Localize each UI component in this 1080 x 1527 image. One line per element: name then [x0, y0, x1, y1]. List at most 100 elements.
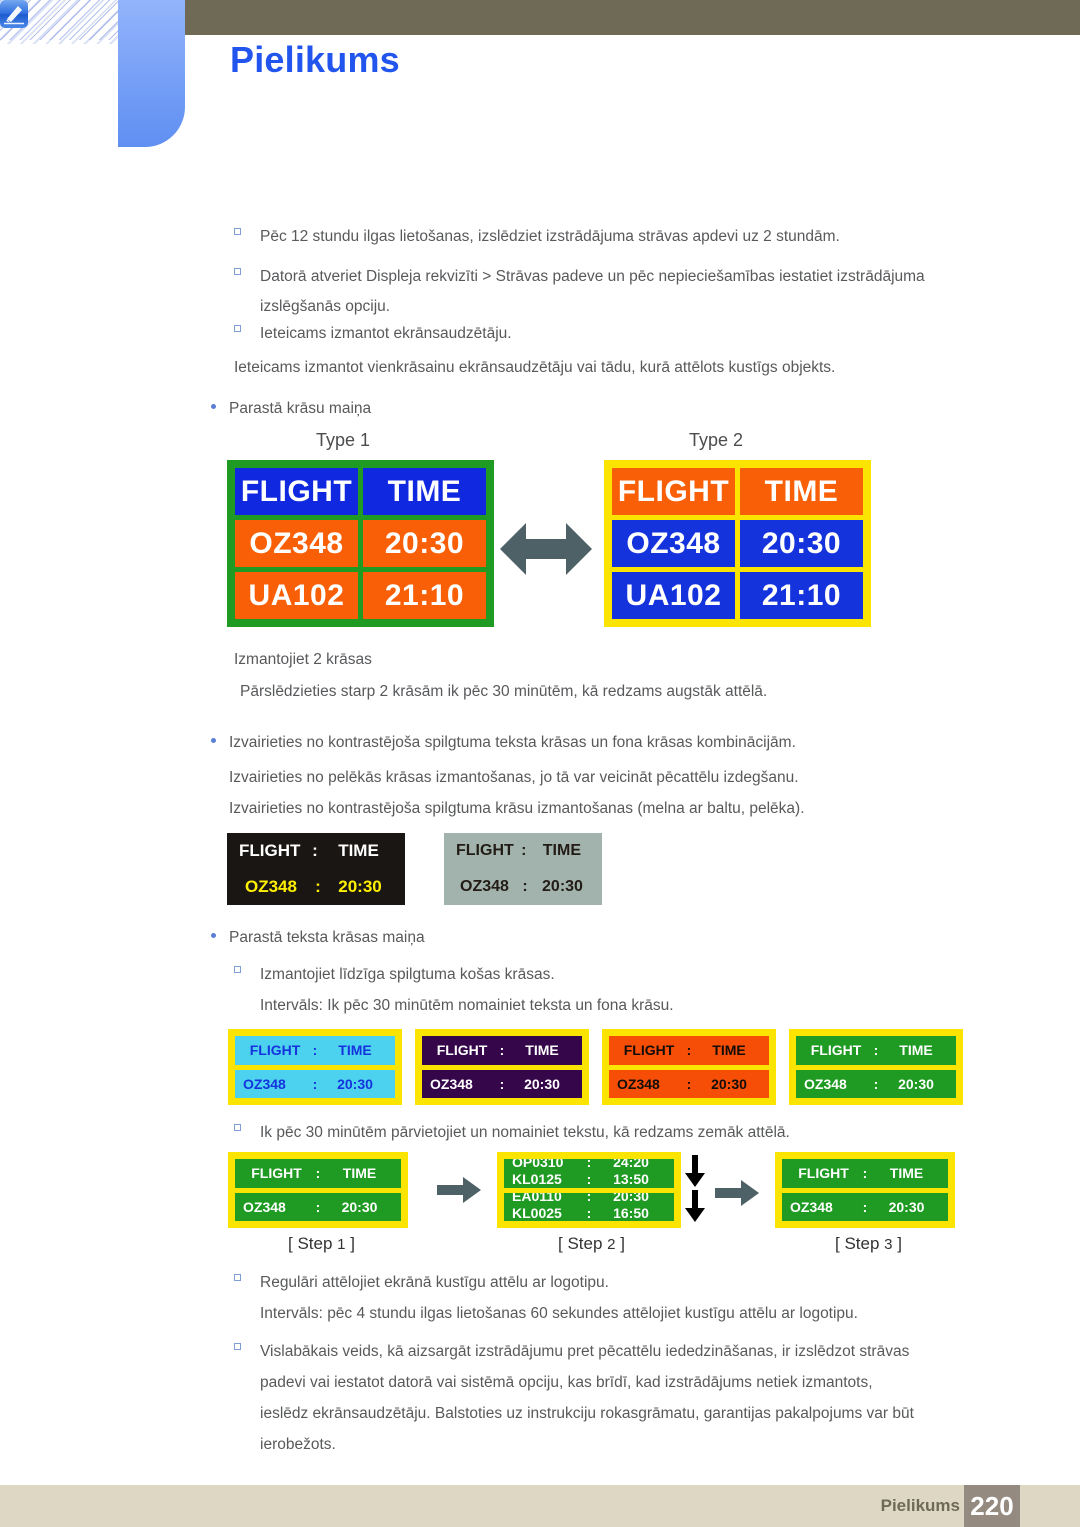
step-1-panel: FLIGHT : TIME OZ348 : 20:30 — [228, 1152, 408, 1228]
board2-row1-flight: OZ348 — [612, 520, 735, 567]
text-line-14: Intervāls: pēc 4 stundu ilgas lietošanas… — [260, 1305, 858, 1322]
cyan-row-time: 20:30 — [337, 1075, 373, 1092]
step1-row-flight: OZ348 — [243, 1198, 286, 1215]
step-3-caption: [ Step 3 ] — [835, 1234, 902, 1254]
bullet-square — [234, 1274, 241, 1281]
step-arrow-right-icon-1 — [437, 1177, 481, 1208]
orange-head-flight: FLIGHT — [623, 1042, 675, 1059]
purple-head-time: TIME — [525, 1042, 559, 1059]
cyan-head-time: TIME — [338, 1042, 372, 1059]
step-arrow-down-icon-1 — [685, 1155, 705, 1192]
step3-row-flight: OZ348 — [790, 1198, 833, 1215]
step2-bot-lower-colon: : — [586, 1204, 592, 1221]
step-2-caption: [ Step 2 ] — [558, 1234, 625, 1254]
text-line-1: Pēc 12 stundu ilgas lietošanas, izslēdzi… — [260, 228, 840, 245]
black-head-colon: : — [312, 841, 318, 860]
board1-row1-flight: OZ348 — [235, 520, 358, 567]
purple-head-colon: : — [499, 1042, 505, 1059]
step-1-caption: [ Step 1 ] — [288, 1234, 355, 1254]
orange-row-colon: : — [686, 1075, 692, 1092]
footer-page-number: 220 — [970, 1490, 1014, 1521]
cyan-head-flight: FLIGHT — [249, 1042, 301, 1059]
step3-cap-open: [ Step — [835, 1234, 880, 1253]
green-row-time: 20:30 — [898, 1075, 934, 1092]
purple-row-flight: OZ348 — [430, 1075, 473, 1092]
green-head-colon: : — [873, 1042, 879, 1059]
text-line-2a: Datorā atveriet Displeja rekvizīti > Str… — [260, 268, 925, 285]
text-line-10: Izmantojiet līdzīga spilgtuma košas krās… — [260, 966, 555, 983]
step-arrow-down-icon-2 — [685, 1190, 705, 1227]
step1-head-colon: : — [315, 1165, 321, 1182]
text-line-5: Parastā krāsu maiņa — [229, 400, 372, 417]
note-body: Pārslēdzieties starp 2 krāsām ik pēc 30 … — [240, 683, 768, 700]
cyan-head-colon: : — [312, 1042, 318, 1059]
text-line-6: Izvairieties no kontrastējoša spilgtuma … — [229, 734, 796, 751]
board1-row1-time: 20:30 — [363, 520, 486, 567]
green-row-colon: : — [873, 1075, 879, 1092]
step1-head-time: TIME — [342, 1165, 377, 1182]
footer-page-number-box: 220 — [964, 1485, 1020, 1527]
step3-head-time: TIME — [889, 1165, 924, 1182]
text-line-4: Ieteicams izmantot vienkrāsainu ekrānsau… — [234, 359, 836, 376]
orange-row-time: 20:30 — [711, 1075, 747, 1092]
step1-cap-close: ] — [350, 1234, 355, 1253]
bullet-square — [234, 228, 241, 235]
step2-cap-num: 2 — [607, 1236, 616, 1253]
bullet-dot — [211, 933, 216, 938]
board2-row1-time: 20:30 — [740, 520, 863, 567]
header-bar-underline — [185, 35, 1080, 37]
step3-cap-close: ] — [897, 1234, 902, 1253]
board2-header-time: TIME — [740, 468, 863, 515]
flight-board-type-2: FLIGHT TIME OZ348 20:30 UA102 21:10 — [604, 460, 871, 627]
text-line-3: Ieteicams izmantot ekrānsaudzētāju. — [260, 325, 512, 342]
text-line-15a: Vislabākais veids, kā aizsargāt izstrādā… — [260, 1343, 910, 1360]
board2-row2-flight: UA102 — [612, 572, 735, 619]
text-line-8: Izvairieties no kontrastējoša spilgtuma … — [229, 800, 805, 817]
note-title: Izmantojiet 2 krāsas — [234, 651, 372, 668]
step1-row-colon: : — [315, 1198, 321, 1215]
board2-header-flight: FLIGHT — [612, 468, 735, 515]
header-bar — [185, 0, 1080, 35]
step3-cap-num: 3 — [884, 1236, 893, 1253]
double-arrow-icon — [500, 518, 592, 585]
step1-cap-open: [ Step — [288, 1234, 333, 1253]
bullet-square — [234, 966, 241, 973]
text-line-11: Intervāls: Ik pēc 30 minūtēm nomainiet t… — [260, 997, 674, 1014]
step3-row-time: 20:30 — [888, 1198, 925, 1215]
gray-row-flight: OZ348 — [460, 878, 509, 895]
step2-top-lower-colon: : — [586, 1171, 592, 1187]
black-row-time: 20:30 — [338, 877, 382, 896]
step2-scroll-row-top: OP0310 : 24:20 KL0125 : 13:50 — [504, 1159, 674, 1188]
bullet-square — [234, 268, 241, 275]
step2-bot-lower-time: 16:50 — [613, 1204, 649, 1221]
step2-bot-lower-flight: KL0025 — [512, 1204, 562, 1221]
black-head-flight: FLIGHT — [239, 841, 301, 860]
orange-head-colon: : — [686, 1042, 692, 1059]
board1-header-time: TIME — [363, 468, 486, 515]
page-title: Pielikums — [230, 39, 400, 80]
purple-head-flight: FLIGHT — [436, 1042, 488, 1059]
contrast-panel-black: FLIGHT : TIME OZ348 : 20:30 — [227, 833, 405, 905]
text-line-15b: padevi vai iestatot datorā vai sistēmā o… — [260, 1374, 873, 1391]
color-panel-cyan: FLIGHT : TIME OZ348 : 20:30 — [228, 1029, 402, 1105]
board1-header-flight: FLIGHT — [235, 468, 358, 515]
color-panel-orange: FLIGHT : TIME OZ348 : 20:30 — [602, 1029, 776, 1105]
step2-cap-close: ] — [620, 1234, 625, 1253]
step-arrow-right-icon-2 — [715, 1180, 759, 1211]
step2-top-lower-flight: KL0125 — [512, 1171, 562, 1187]
note-pen-icon — [0, 0, 28, 28]
text-line-7: Izvairieties no pelēkās krāsas izmantoša… — [229, 769, 799, 786]
bullet-square — [234, 325, 241, 332]
cyan-row-colon: : — [312, 1075, 318, 1092]
text-line-9: Parastā teksta krāsas maiņa — [229, 929, 425, 946]
black-row-colon: : — [315, 877, 321, 896]
type-2-label: Type 2 — [689, 430, 744, 450]
bullet-dot — [211, 738, 216, 743]
step1-head-flight: FLIGHT — [251, 1165, 302, 1182]
text-line-12: Ik pēc 30 minūtēm pārvietojiet un nomain… — [260, 1124, 790, 1141]
step3-head-colon: : — [862, 1165, 868, 1182]
green-head-flight: FLIGHT — [810, 1042, 862, 1059]
step2-top-lower-time: 13:50 — [613, 1171, 649, 1187]
text-line-15d: ierobežots. — [260, 1436, 336, 1453]
green-row-flight: OZ348 — [804, 1075, 847, 1092]
